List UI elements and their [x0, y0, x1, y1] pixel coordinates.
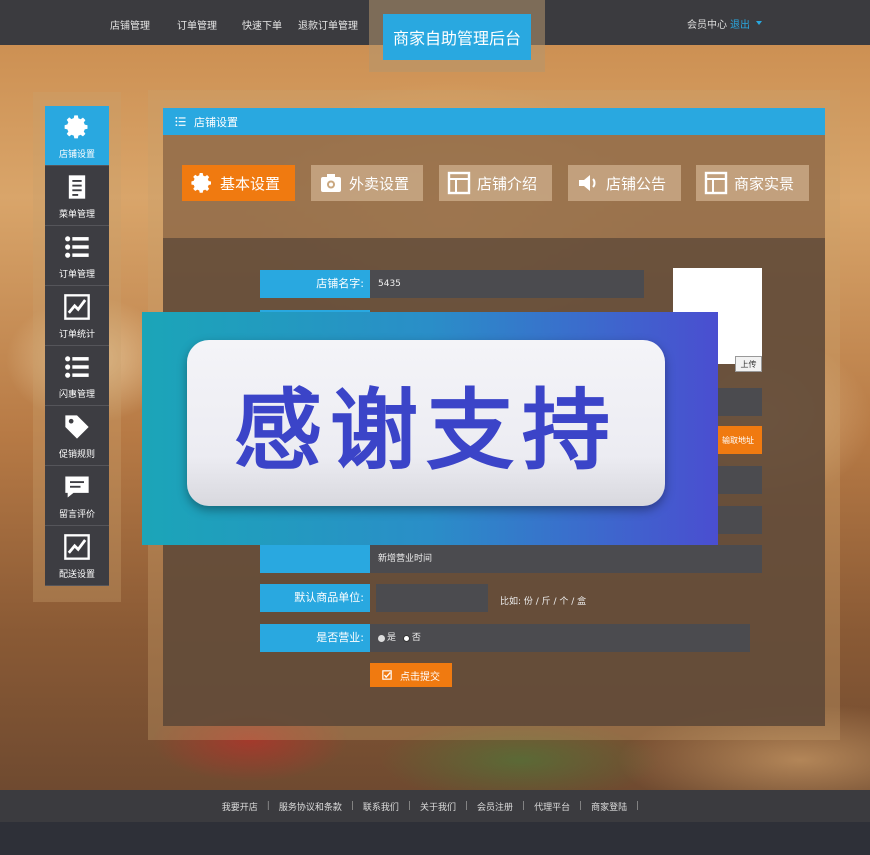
footer-separator: | — [636, 801, 640, 811]
footer-link-about[interactable]: 关于我们 — [420, 800, 456, 813]
form-field-right-1[interactable] — [714, 388, 762, 416]
gear-icon — [64, 115, 88, 139]
tab-takeout-settings[interactable]: 外卖设置 — [311, 165, 423, 201]
page-bottom — [0, 822, 870, 855]
radio-no-label: 否 — [411, 633, 421, 643]
sidebar-item-label: 订单统计 — [58, 330, 95, 340]
chart-icon — [64, 294, 90, 320]
footer-link-open-shop[interactable]: 我要开店 — [222, 800, 258, 813]
sidebar-item-reviews[interactable]: 留言评价 — [45, 466, 109, 526]
speaker-icon — [579, 175, 596, 191]
camera-icon — [321, 174, 341, 192]
thanks-banner-text: 感谢支持 — [233, 378, 618, 482]
tab-label: 外卖设置 — [349, 174, 410, 193]
get-address-button[interactable]: 输取地址 — [714, 426, 762, 454]
radio-yes-label: 是 — [387, 633, 397, 643]
footer-separator: | — [522, 801, 526, 811]
open-radio-group: 是 否 — [370, 624, 750, 652]
tab-basic-settings[interactable]: 基本设置 — [182, 165, 295, 201]
unit-hint: 比如: 份 / 斤 / 个 / 盒 — [500, 597, 587, 607]
footer-links: 我要开店 | 服务协议和条款 | 联系我们 | 关于我们 | 会员注册 | 代理平台 | 商… — [0, 790, 870, 822]
footer-link-contact[interactable]: 联系我们 — [363, 800, 399, 813]
layout-icon — [704, 171, 728, 195]
sidebar-item-flash-deals[interactable]: 闪惠管理 — [45, 346, 109, 406]
sidebar-item-order-stats[interactable]: 订单统计 — [45, 286, 109, 346]
list-icon — [65, 356, 89, 378]
footer-separator: | — [407, 801, 411, 811]
sidebar-item-label: 菜单管理 — [58, 210, 95, 220]
sidebar-item-menu-management[interactable]: 菜单管理 — [45, 166, 109, 226]
unit-label: 默认商品单位: — [260, 584, 370, 612]
sidebar-item-order-management[interactable]: 订单管理 — [45, 226, 109, 286]
tab-shop-photos[interactable]: 商家实景 — [696, 165, 809, 201]
sidebar-item-label: 配送设置 — [58, 570, 95, 580]
gear-icon — [191, 173, 211, 193]
footer-link-register[interactable]: 会员注册 — [477, 800, 513, 813]
footer-separator: | — [266, 801, 270, 811]
business-hours-label — [260, 545, 370, 573]
radio-dot-selected — [402, 634, 410, 642]
radio-yes[interactable]: 是 — [378, 624, 396, 652]
comment-icon — [65, 476, 89, 498]
upload-button[interactable]: 上传 — [735, 356, 762, 372]
logout-link[interactable]: 退出 — [730, 16, 750, 31]
tag-icon — [65, 415, 89, 439]
caret-down-icon[interactable] — [756, 21, 762, 25]
submit-label: 点击提交 — [400, 671, 440, 683]
thanks-banner-plate: 感谢支持 — [187, 340, 665, 506]
shop-name-input[interactable]: 5435 — [370, 270, 644, 298]
sidebar-item-delivery-settings[interactable]: 配送设置 — [45, 526, 109, 586]
footer-link-terms[interactable]: 服务协议和条款 — [279, 800, 342, 813]
form-field-right-3[interactable] — [714, 506, 762, 534]
sidebar-item-promotions[interactable]: 促销规则 — [45, 406, 109, 466]
layout-icon — [447, 171, 471, 195]
list-icon — [65, 236, 89, 258]
sidebar-item-shop-settings[interactable]: 店铺设置 — [45, 106, 109, 166]
nav-shop-management[interactable]: 店铺管理 — [110, 17, 150, 32]
sidebar-item-label: 闪惠管理 — [58, 390, 95, 400]
checkbox-icon — [382, 670, 392, 680]
panel-title: 店铺设置 — [194, 115, 238, 129]
unit-input[interactable] — [376, 584, 488, 612]
document-icon — [68, 175, 86, 199]
tab-label: 店铺介绍 — [477, 174, 538, 193]
nav-refund-orders[interactable]: 退款订单管理 — [298, 17, 358, 32]
tab-label: 店铺公告 — [606, 174, 667, 193]
radio-dot — [378, 634, 385, 642]
footer-separator: | — [350, 801, 354, 811]
sidebar-item-label: 店铺设置 — [58, 150, 95, 160]
sidebar-item-label: 留言评价 — [58, 510, 95, 520]
shop-name-label: 店铺名字: — [260, 270, 370, 298]
settings-tabs: 基本设置 外卖设置 店铺介绍 店铺公告 商家实景 — [163, 135, 825, 238]
footer-separator: | — [579, 801, 583, 811]
submit-button[interactable]: 点击提交 — [370, 663, 452, 687]
tab-shop-intro[interactable]: 店铺介绍 — [439, 165, 552, 201]
open-label: 是否营业: — [260, 624, 370, 652]
brand-title: 商家自助管理后台 — [383, 14, 531, 60]
footer-link-merchant-login[interactable]: 商家登陆 — [591, 800, 627, 813]
list-icon — [175, 116, 186, 127]
member-center-link[interactable]: 会员中心 — [687, 16, 727, 31]
tab-shop-notice[interactable]: 店铺公告 — [568, 165, 681, 201]
tab-label: 商家实景 — [734, 174, 795, 193]
chart-icon — [64, 534, 90, 560]
tab-label: 基本设置 — [220, 174, 281, 193]
nav-order-management[interactable]: 订单管理 — [177, 17, 217, 32]
footer-separator: | — [464, 801, 469, 811]
thanks-banner: 感谢支持 — [142, 312, 718, 545]
nav-quick-order[interactable]: 快速下单 — [242, 17, 282, 32]
sidebar: 店铺设置 菜单管理 订单管理 订单统计 闪惠管理 促销规则 留言评价 配送设置 — [45, 106, 109, 586]
add-business-hours-field[interactable]: 新增营业时间 — [370, 545, 762, 573]
footer-link-agent[interactable]: 代理平台 — [534, 800, 570, 813]
sidebar-item-label: 订单管理 — [58, 270, 95, 280]
sidebar-item-label: 促销规则 — [58, 450, 95, 460]
radio-no[interactable]: 否 — [402, 624, 421, 652]
form-field-right-2[interactable] — [714, 466, 762, 494]
panel-header: 店铺设置 — [163, 108, 825, 135]
